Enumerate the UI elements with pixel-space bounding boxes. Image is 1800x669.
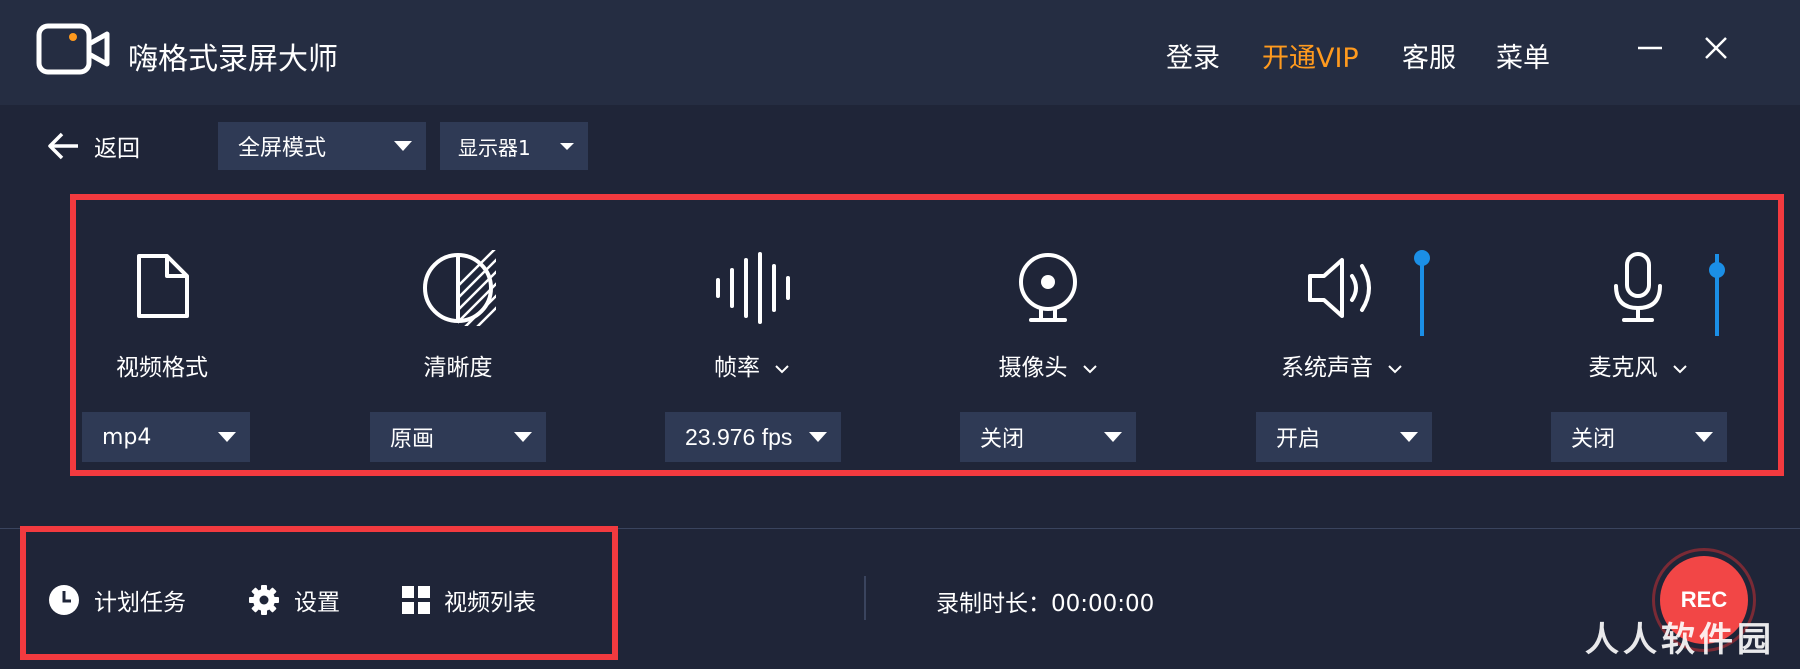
- system-sound-value: 开启: [1276, 427, 1321, 452]
- system-sound-volume-knob[interactable]: [1414, 250, 1430, 266]
- back-button[interactable]: 返回: [46, 124, 140, 168]
- microphone-icon: [1614, 252, 1662, 322]
- video-camera-logo-icon: [36, 23, 110, 75]
- video-list-label: 视频列表: [444, 590, 536, 616]
- display-select-value: 显示器1: [458, 135, 531, 160]
- gear-icon: [249, 585, 279, 615]
- chevron-down-icon[interactable]: [1672, 364, 1688, 374]
- webcam-label[interactable]: 摄像头: [938, 348, 1158, 382]
- app-title: 嗨格式录屏大师: [128, 42, 338, 77]
- back-label: 返回: [94, 136, 140, 162]
- video-format-label: 视频格式: [116, 355, 208, 381]
- chevron-down-icon[interactable]: [774, 364, 790, 374]
- grid-icon: [402, 586, 430, 614]
- clarity-icon: [423, 250, 496, 326]
- mode-select-value: 全屏模式: [238, 136, 327, 161]
- settings-highlight-box: [70, 194, 1784, 476]
- file-icon: [137, 254, 189, 318]
- menu-link[interactable]: 菜单: [1496, 36, 1550, 75]
- system-sound-select[interactable]: 开启: [1256, 412, 1432, 462]
- customer-service-link[interactable]: 客服: [1402, 36, 1456, 75]
- schedule-task-label: 计划任务: [94, 590, 186, 616]
- waveform-icon: [716, 252, 790, 324]
- mode-select[interactable]: 全屏模式: [218, 122, 426, 170]
- webcam-select[interactable]: 关闭: [960, 412, 1136, 462]
- chevron-down-icon[interactable]: [1387, 364, 1403, 374]
- video-format-value: mp4: [102, 424, 152, 450]
- system-sound-volume-slider[interactable]: [1420, 258, 1424, 336]
- clarity-select[interactable]: 原画: [370, 412, 546, 462]
- minimize-icon[interactable]: [1632, 30, 1668, 66]
- close-icon[interactable]: [1698, 30, 1734, 66]
- duration-value: 00:00:00: [1051, 591, 1155, 617]
- caret-down-icon: [560, 143, 574, 150]
- caret-down-icon: [394, 141, 412, 151]
- caret-down-icon: [1104, 432, 1122, 442]
- caret-down-icon: [218, 432, 236, 442]
- arrow-left-icon: [48, 132, 78, 160]
- caret-down-icon: [1400, 432, 1418, 442]
- caret-down-icon: [514, 432, 532, 442]
- microphone-select[interactable]: 关闭: [1551, 412, 1727, 462]
- frame-rate-value: 23.976 fps: [685, 423, 793, 450]
- watermark: 人人软件园: [1585, 620, 1775, 660]
- microphone-label[interactable]: 麦克风: [1528, 348, 1748, 382]
- login-link[interactable]: 登录: [1166, 36, 1220, 75]
- webcam-value: 关闭: [980, 427, 1025, 452]
- caret-down-icon: [1695, 432, 1713, 442]
- duration-label: 录制时长：: [936, 591, 1051, 617]
- microphone-value: 关闭: [1571, 427, 1616, 452]
- clock-icon: [49, 585, 79, 615]
- frame-rate-select[interactable]: 23.976 fps: [665, 412, 841, 462]
- webcam-icon: [1019, 253, 1077, 322]
- speaker-icon: [1308, 258, 1371, 318]
- recording-duration: 录制时长：00:00:00: [936, 584, 1154, 618]
- chevron-down-icon[interactable]: [1082, 364, 1098, 374]
- caret-down-icon: [809, 432, 827, 442]
- system-sound-label[interactable]: 系统声音: [1232, 348, 1452, 382]
- video-list-button[interactable]: 视频列表: [402, 582, 536, 618]
- vip-link[interactable]: 开通VIP: [1262, 36, 1359, 75]
- vertical-divider: [864, 576, 866, 620]
- settings-button[interactable]: 设置: [248, 582, 340, 618]
- title-bar: 嗨格式录屏大师 登录 开通VIP 客服 菜单: [0, 0, 1800, 105]
- schedule-task-button[interactable]: 计划任务: [48, 582, 186, 618]
- frame-rate-label[interactable]: 帧率: [642, 348, 862, 382]
- clarity-value: 原画: [390, 427, 435, 452]
- video-format-select[interactable]: mp4: [82, 412, 250, 462]
- settings-label: 设置: [294, 590, 340, 616]
- display-select[interactable]: 显示器1: [440, 122, 588, 170]
- clarity-label: 清晰度: [423, 355, 493, 381]
